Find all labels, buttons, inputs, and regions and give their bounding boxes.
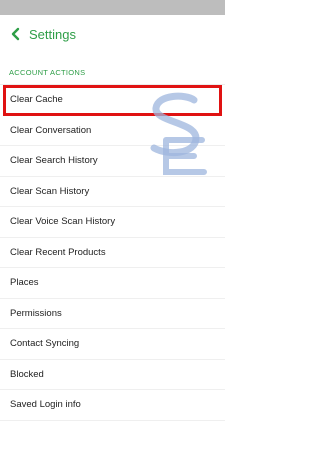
- settings-list: Clear Cache Clear Conversation Clear Sea…: [0, 84, 225, 421]
- permissions-item[interactable]: Permissions: [0, 299, 225, 329]
- section-header-account-actions: ACCOUNT ACTIONS: [9, 68, 86, 77]
- clear-search-history-item[interactable]: Clear Search History: [0, 146, 225, 177]
- places-item[interactable]: Places: [0, 268, 225, 299]
- clear-voice-scan-history-item[interactable]: Clear Voice Scan History: [0, 207, 225, 238]
- saved-login-info-item[interactable]: Saved Login info: [0, 390, 225, 421]
- blocked-item[interactable]: Blocked: [0, 360, 225, 390]
- clear-cache-item[interactable]: Clear Cache: [3, 85, 222, 116]
- clear-conversation-item[interactable]: Clear Conversation: [0, 116, 225, 146]
- status-bar: [0, 0, 225, 15]
- header: Settings: [0, 15, 225, 53]
- clear-recent-products-item[interactable]: Clear Recent Products: [0, 238, 225, 268]
- contact-syncing-item[interactable]: Contact Syncing: [0, 329, 225, 360]
- page-title: Settings: [29, 26, 76, 42]
- chevron-left-icon[interactable]: [9, 27, 23, 41]
- clear-scan-history-item[interactable]: Clear Scan History: [0, 177, 225, 207]
